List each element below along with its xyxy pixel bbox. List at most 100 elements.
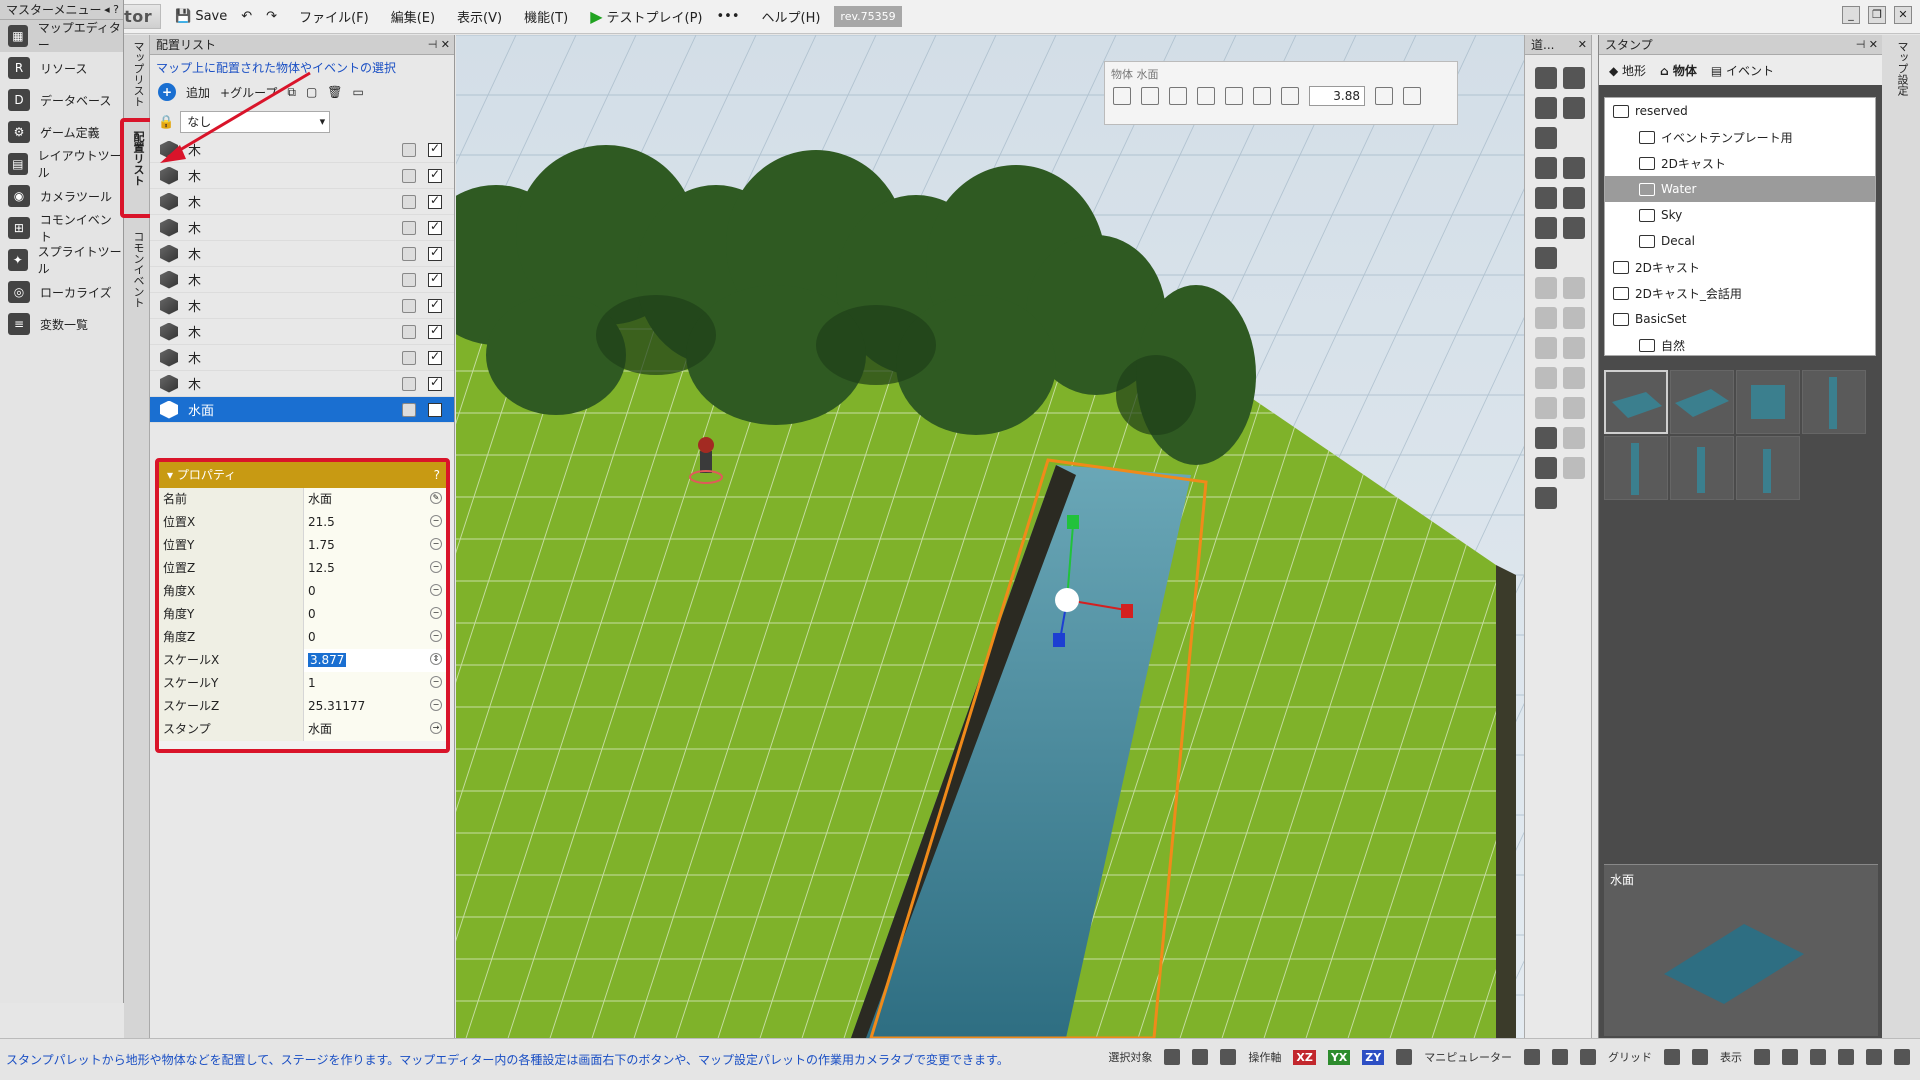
minus-circle-icon[interactable]: − [430,514,442,527]
raise-icon[interactable] [1113,87,1131,105]
grid-size-icon[interactable] [1692,1049,1708,1065]
prop-rot-z-field[interactable]: 0− [304,625,446,649]
stamp-thumbnail[interactable] [1604,370,1668,434]
grid-select-icon[interactable] [1563,97,1585,119]
testplay-button[interactable]: ▶ テストプレイ(P) [590,7,702,26]
list-item-selected[interactable]: 水面 [150,397,454,423]
menu-tools[interactable]: 機能(T) [524,7,568,26]
minus-circle-icon[interactable]: − [430,583,442,596]
master-item-database[interactable]: D データベース [0,84,123,116]
map-viewport[interactable] [456,35,1524,1038]
tab-map-list[interactable]: マップリスト [128,41,146,107]
master-item-sprite[interactable]: ✦ スプライトツール [0,244,123,276]
menu-edit[interactable]: 編集(E) [391,7,435,26]
visible-checkbox[interactable] [428,323,442,339]
visible-checkbox[interactable] [428,297,442,313]
collapse-icon[interactable]: ◂ ? [104,0,119,20]
stamp-thumbnail[interactable] [1736,370,1800,434]
export-icon[interactable] [1403,87,1421,105]
copy-icon[interactable] [1197,87,1215,105]
arrow-right-icon[interactable]: → [430,721,442,734]
prop-scale-y-field[interactable]: 1− [304,671,446,695]
clipboard-icon[interactable] [1563,457,1585,479]
flatten-icon[interactable] [1563,307,1585,329]
trash-icon[interactable] [1225,87,1243,105]
visible-checkbox[interactable] [428,219,442,235]
tab-object[interactable]: ⌂ 物体 [1660,62,1697,79]
lock-icon[interactable] [402,298,416,313]
tab-map-settings[interactable]: マップ設定 [1892,41,1910,96]
picker-icon[interactable] [1563,187,1585,209]
tree-item[interactable]: BasicSet [1605,306,1875,332]
tab-terrain[interactable]: ◆ 地形 [1609,62,1646,79]
lock-icon[interactable] [402,324,416,339]
stamp-thumbnail[interactable] [1736,436,1800,500]
delete-icon[interactable]: 🗑 [327,85,342,99]
raise-terrain-icon[interactable] [1535,277,1557,299]
rotate-icon[interactable] [1552,1049,1568,1065]
spinner-icon[interactable]: ⇕ [430,652,442,665]
duplicate-icon[interactable] [1535,457,1557,479]
select-object-icon[interactable] [1192,1049,1209,1065]
prop-scale-z-field[interactable]: 25.31177− [304,694,446,718]
list-item[interactable]: 木 [150,371,454,397]
list-item[interactable]: 木 [150,319,454,345]
mountain-icon[interactable] [1535,367,1557,389]
list-item[interactable]: 木 [150,345,454,371]
visible-checkbox[interactable] [428,245,442,261]
list-item[interactable]: 木 [150,293,454,319]
close-icon[interactable]: ✕ [1894,6,1912,24]
visible-checkbox[interactable] [428,193,442,209]
restore-icon[interactable]: ❐ [1868,6,1886,24]
visible-checkbox[interactable] [428,271,442,287]
menu-help[interactable]: ヘルプ(H) [762,7,821,26]
visible-checkbox[interactable] [428,375,442,391]
prop-rot-y-field[interactable]: 0− [304,602,446,626]
lower-terrain-icon[interactable] [1563,277,1585,299]
view-collision-icon[interactable] [1866,1049,1882,1065]
master-item-localize[interactable]: ◎ ローカライズ [0,276,123,308]
axis-yx-button[interactable]: YX [1327,1049,1351,1065]
wall-icon[interactable] [1563,337,1585,359]
tree-item[interactable]: reserved [1605,98,1875,124]
list-item[interactable]: 木 [150,189,454,215]
tab-common-event[interactable]: コモンイベント [128,231,146,308]
tree-item[interactable]: Sky [1605,202,1875,228]
lock-icon[interactable] [402,194,416,209]
save-button[interactable]: 💾 Save [175,9,227,24]
pin-close-icon[interactable]: ⊣ ✕ [1856,35,1878,55]
plus-icon[interactable] [1375,87,1393,105]
ground-icon[interactable] [1169,87,1187,105]
folder-icon[interactable]: ▭ [353,85,364,99]
slope-icon[interactable] [1535,337,1557,359]
pencil-icon[interactable]: ✎ [430,491,442,504]
minimize-icon[interactable]: _ [1842,6,1860,24]
master-item-map-editor[interactable]: ▦ マップエディター [0,20,123,52]
lasso-icon[interactable] [1535,97,1557,119]
minus-circle-icon[interactable]: − [430,698,442,711]
snap-icon[interactable] [1141,87,1159,105]
prop-rot-x-field[interactable]: 0− [304,579,446,603]
prop-pos-x-field[interactable]: 21.5− [304,510,446,534]
visible-checkbox[interactable] [428,141,442,157]
tree-item-selected[interactable]: Water [1605,176,1875,202]
cube-icon[interactable] [1535,127,1557,149]
lock-icon[interactable] [402,220,416,235]
manipulator-icon[interactable] [1396,1049,1413,1065]
pin-close-icon[interactable]: ✕ [1578,35,1587,55]
master-item-common-event[interactable]: ⊞ コモンイベント [0,212,123,244]
list-item[interactable]: 木 [150,267,454,293]
eraser-icon[interactable] [1535,187,1557,209]
more-menu[interactable]: ••• [716,9,739,24]
prop-pos-z-field[interactable]: 12.5− [304,556,446,580]
lock-icon[interactable] [402,350,416,365]
lock-icon[interactable] [402,402,416,417]
tab-event[interactable]: ▤ イベント [1711,62,1774,79]
paste-terrain-icon[interactable] [1563,397,1585,419]
undo-button[interactable]: ↶ [241,9,252,24]
menu-file[interactable]: ファイル(F) [299,7,369,26]
rotate-icon[interactable] [1253,87,1271,105]
tree-item[interactable]: イベントテンプレート用 [1605,124,1875,150]
trash-icon[interactable] [1535,487,1557,509]
list-item[interactable]: 木 [150,215,454,241]
